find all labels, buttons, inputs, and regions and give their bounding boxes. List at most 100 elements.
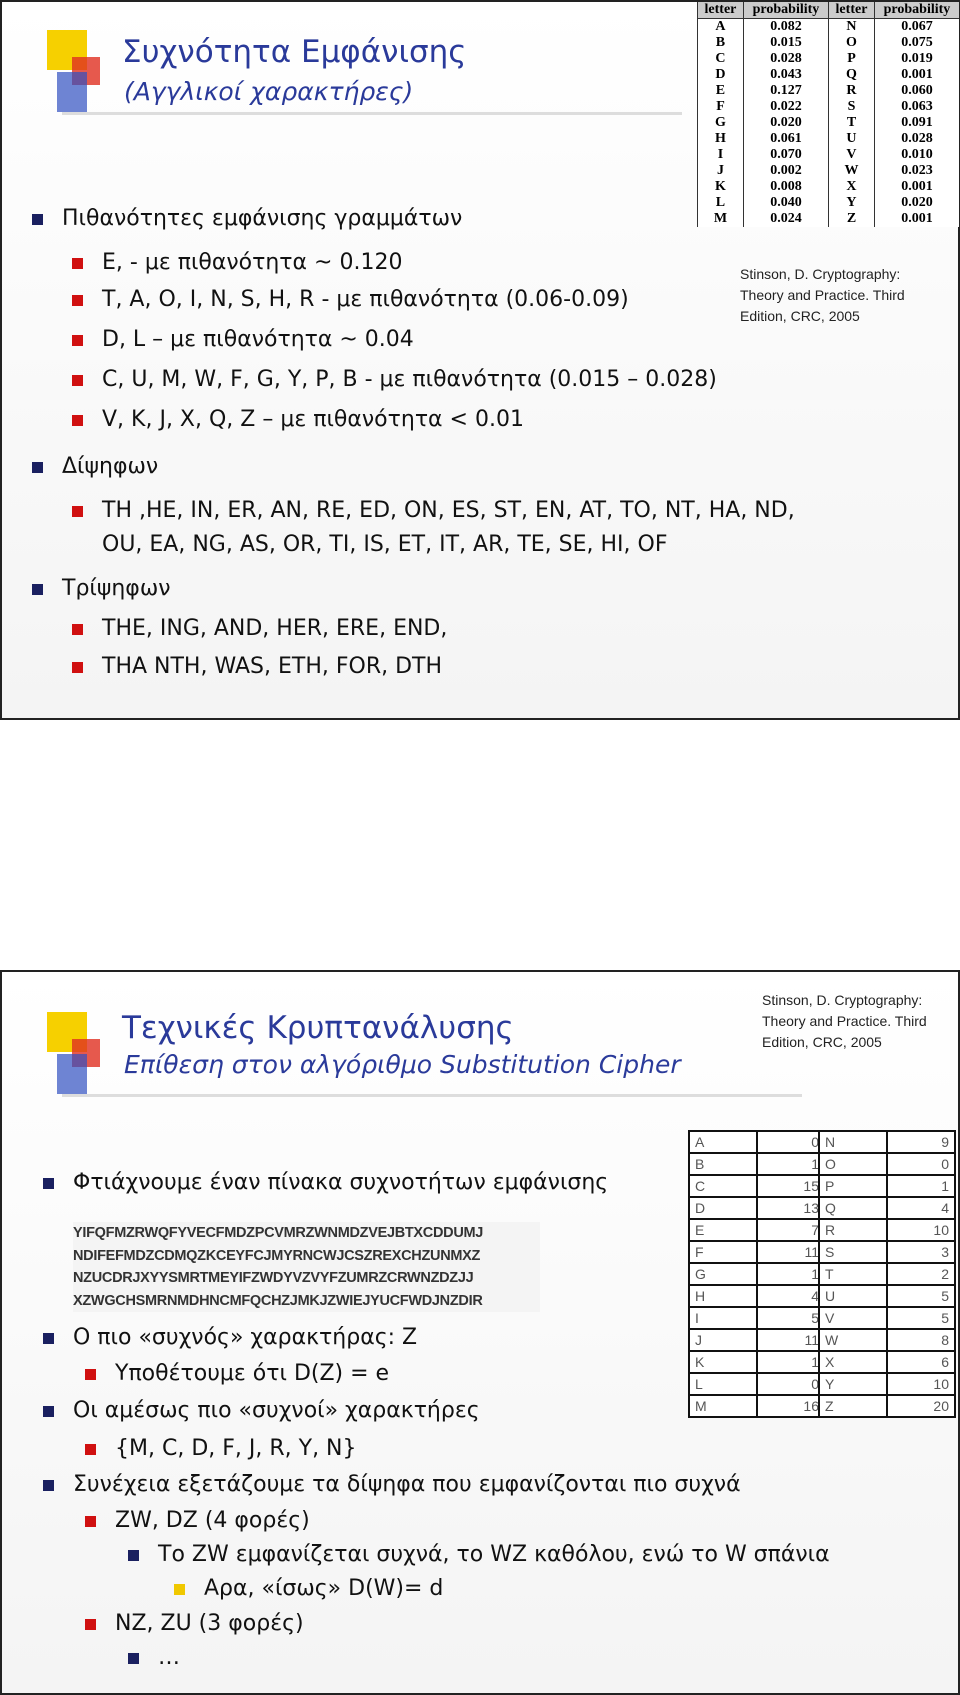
count-cell: 10 <box>886 1372 956 1396</box>
letter-cell: T <box>828 115 875 131</box>
count-cell: 5 <box>886 1306 956 1330</box>
ciphertext-image: YIFQFMZRWQFYVECFMDZPCVMRZWNMDZVEJBTXCDDU… <box>73 1222 540 1312</box>
bullet-item: Το ZW εμφανίζεται συχνά, το WZ καθόλου, … <box>128 1542 830 1567</box>
letter-cell: X <box>828 179 875 195</box>
bullet-item: … <box>128 1645 180 1670</box>
bullet-item: Συνέχεια εξετάζουμε τα δίψηφα που εμφανί… <box>43 1472 741 1497</box>
letter-cell: N <box>828 18 875 35</box>
table-row: F 0.022 S 0.063 <box>697 99 959 115</box>
letter-cell: F <box>688 1240 758 1264</box>
citation: Stinson, D. Cryptography: Theory and Pra… <box>740 264 905 327</box>
header-cell: probability <box>873 2 959 19</box>
count-cell: 0 <box>886 1152 956 1176</box>
bullet-item: THA NTH, WAS, ETH, FOR, DTH <box>71 654 443 679</box>
letter-cell: E <box>688 1218 758 1242</box>
table-row: A 0.082 N 0.067 <box>697 18 959 35</box>
letter-cell: B <box>688 1152 758 1176</box>
letter-cell: E <box>697 83 744 99</box>
probability-cell: 0.063 <box>873 99 959 115</box>
citation: Stinson, D. Cryptography: Theory and Pra… <box>762 990 927 1053</box>
probability-cell: 0.020 <box>873 195 959 211</box>
header-cell: probability <box>742 2 829 19</box>
letter-cell: J <box>688 1328 758 1352</box>
letter-cell: A <box>697 18 744 35</box>
count-cell: 13 <box>756 1196 826 1220</box>
bullet-item: T, A, O, I, N, S, H, R - με πιθανότητα (… <box>72 287 629 312</box>
table-row: I 0.070 V 0.010 <box>697 147 959 163</box>
letter-cell: S <box>828 99 875 115</box>
table-row: B1 <box>688 1152 826 1176</box>
count-cell: 16 <box>756 1394 826 1418</box>
probability-cell: 0.127 <box>742 83 829 99</box>
letter-cell: F <box>697 99 744 115</box>
bullet-item: Αρα, «ίσως» D(W)= d <box>173 1576 444 1601</box>
logo-decoration-blue <box>57 1054 87 1094</box>
logo-decoration-blue <box>57 72 87 112</box>
count-cell: 15 <box>756 1174 826 1198</box>
table-row: J 11 <box>688 1328 826 1352</box>
bullet-item: V, K, J, X, Q, Z – με πιθανότητα < 0.01 <box>72 407 524 432</box>
table-row: B 0.015 O 0.075 <box>697 35 959 51</box>
ciphertext-line: NZUCDRJXYYSMRTMEYIFZWDYVZVYFZUMRZCRWNZDZ… <box>73 1270 474 1286</box>
slide-title: Τεχνικές Κρυπτανάλυσης <box>122 1010 514 1046</box>
table-row: G1 <box>688 1262 826 1286</box>
letter-cell: R <box>818 1218 888 1242</box>
slide-1: Συχνότητα Εμφάνισης (Αγγλικοί χαρακτήρες… <box>0 0 960 720</box>
count-table-left: A 0 B 1 C 15 D 13 E 7 F 11 G 1 H 4 I 5 J 11 K 1 L 0 M 16 <box>688 1130 826 1418</box>
count-cell: 11 <box>756 1240 826 1264</box>
letter-cell: C <box>688 1174 758 1198</box>
probability-cell: 0.075 <box>873 35 959 51</box>
probability-cell: 0.010 <box>873 147 959 163</box>
table-row: Q4 <box>818 1196 956 1220</box>
table-row: I5 <box>688 1306 826 1330</box>
table-row: C 0.028 P 0.019 <box>697 51 959 67</box>
table-row: H4 <box>688 1284 826 1308</box>
ciphertext-line: NDIFEFMDZCDMQZKCEYFCJMYRNCWJCSZREXCHZUNM… <box>73 1247 481 1264</box>
letter-cell: Z <box>828 211 875 227</box>
count-cell: 1 <box>756 1350 826 1374</box>
count-cell: 2 <box>886 1262 956 1286</box>
probability-cell: 0.028 <box>742 51 829 67</box>
letter-cell: W <box>818 1328 888 1352</box>
letter-cell: D <box>697 67 744 83</box>
ciphertext-line: XZWGCHSMRNMDHNCMFQCHZJMKJZWIEJYUCFWDJNZD… <box>73 1292 483 1309</box>
table-row: A0 <box>688 1130 826 1154</box>
table-row: E 0.127 R 0.060 <box>697 83 959 99</box>
count-table-right: N 9 O 0 P 1 Q 4 R 10 S 3 T 2 U 5 V 5 W 8 X 6 Y 10 Z 20 <box>818 1130 956 1418</box>
probability-cell: 0.001 <box>873 67 959 83</box>
count-cell: 8 <box>886 1328 956 1352</box>
bullet-item: Οι αμέσως πιο «συχνοί» χαρακτήρες <box>43 1398 480 1423</box>
table-row: T2 <box>818 1262 956 1286</box>
letter-cell: K <box>688 1350 758 1374</box>
letter-cell: M <box>688 1394 758 1418</box>
count-cell: 4 <box>756 1284 826 1308</box>
slide-subtitle: (Αγγλικοί χαρακτήρες) <box>124 77 414 106</box>
letter-cell: T <box>818 1262 888 1286</box>
table-row: W8 <box>818 1328 956 1352</box>
letter-cell: K <box>697 179 744 195</box>
letter-cell: S <box>818 1240 888 1264</box>
count-cell: 0 <box>756 1130 826 1154</box>
bullet-item: TH ,HE, IN, ER, AN, RE, ED, ON, ES, ST, … <box>72 498 795 523</box>
table-row: L 0.040 Y 0.020 <box>697 195 959 211</box>
letter-cell: U <box>818 1284 888 1308</box>
bullet-item: ZW, DZ (4 φορές) <box>85 1508 310 1533</box>
bullet-item: Δίψηφων <box>31 454 159 479</box>
count-cell: 6 <box>886 1350 956 1374</box>
letter-cell: W <box>828 163 875 179</box>
probability-cell: 0.001 <box>873 179 959 195</box>
letter-cell: P <box>828 51 875 67</box>
probability-cell: 0.023 <box>873 163 959 179</box>
table-row: P1 <box>818 1174 956 1198</box>
table-row: N9 <box>818 1130 956 1154</box>
table-row: O0 <box>818 1152 956 1176</box>
letter-cell: J <box>697 163 744 179</box>
letter-cell: B <box>697 35 744 51</box>
table-row: E7 <box>688 1218 826 1242</box>
bullet-item: E, - με πιθανότητα ~ 0.120 <box>71 250 403 275</box>
count-cell: 10 <box>886 1218 956 1242</box>
header-cell: letter <box>697 2 744 19</box>
bullet-item: C, U, M, W, F, G, Y, P, B - με πιθανότητ… <box>72 367 717 392</box>
probability-cell: 0.002 <box>742 163 829 179</box>
count-cell: 20 <box>886 1394 956 1418</box>
